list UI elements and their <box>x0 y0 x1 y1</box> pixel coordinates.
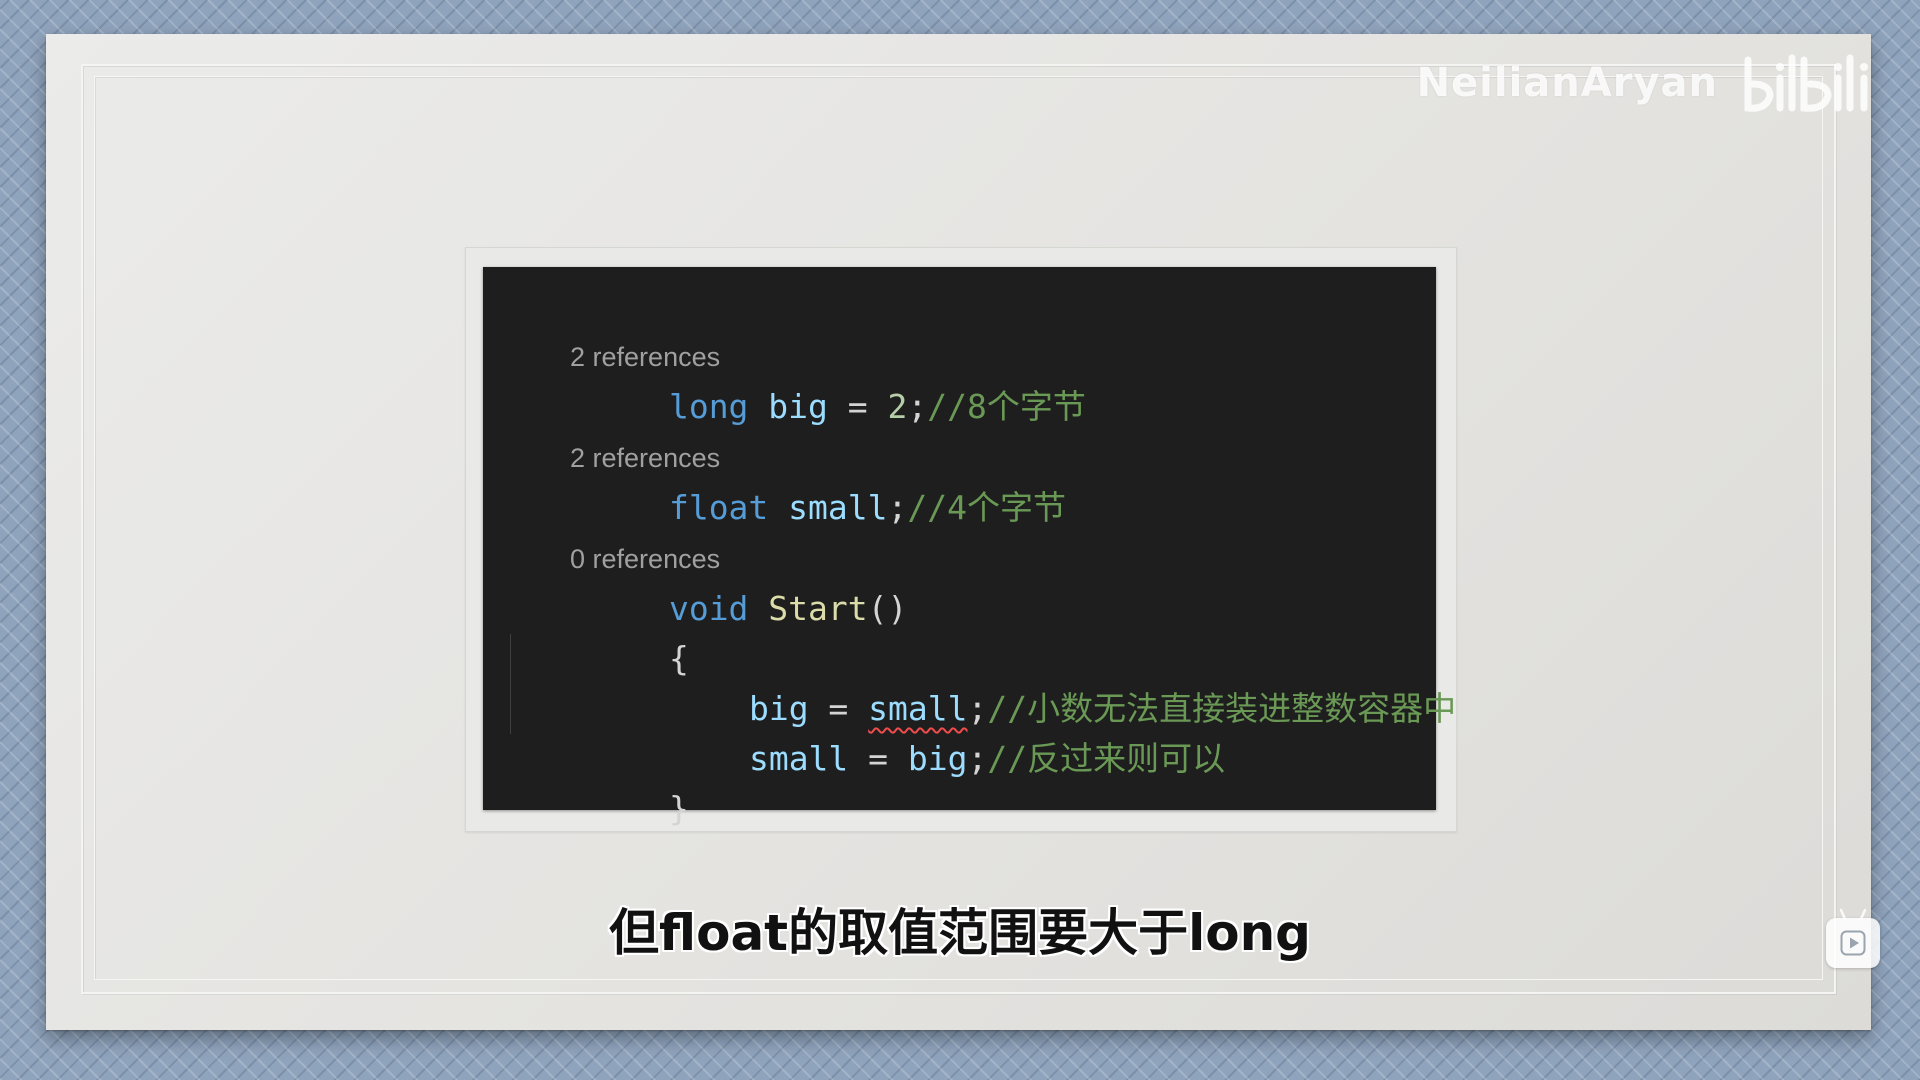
code-line: } <box>510 734 1416 828</box>
code-line: small = big;//反过来则可以 <box>510 684 1416 778</box>
tv-ears-icon <box>1840 908 1866 920</box>
indent-guide <box>510 634 511 684</box>
code-line: big = small;//小数无法直接装进整数容器中 <box>510 634 1456 728</box>
code-line: float small;//4个字节 <box>510 433 1416 527</box>
code-editor-panel: 2 references long big = 2;//8个字节 2 refer… <box>483 267 1456 828</box>
codelens-references[interactable]: 2 references <box>510 281 1416 372</box>
watermark: NeilianAryan <box>1417 50 1880 116</box>
bilibili-logo-icon <box>1744 54 1868 112</box>
indent-guide <box>510 684 511 734</box>
code-lines: 2 references long big = 2;//8个字节 2 refer… <box>510 281 1456 828</box>
codelens-references[interactable]: 0 references <box>510 483 1416 574</box>
play-button[interactable] <box>1826 908 1880 968</box>
play-icon <box>1840 930 1866 956</box>
watermark-channel-name: NeilianAryan <box>1416 60 1718 106</box>
code-line: { <box>510 584 1416 678</box>
code-line: void Start() <box>510 534 1416 628</box>
video-subtitle: 但float的取值范围要大于long <box>609 904 1311 962</box>
code-screenshot-frame: 2 references long big = 2;//8个字节 2 refer… <box>465 247 1457 832</box>
codelens-references[interactable]: 2 references <box>510 382 1416 473</box>
code-line: long big = 2;//8个字节 <box>510 332 1416 426</box>
close-brace-token: } <box>668 789 689 828</box>
